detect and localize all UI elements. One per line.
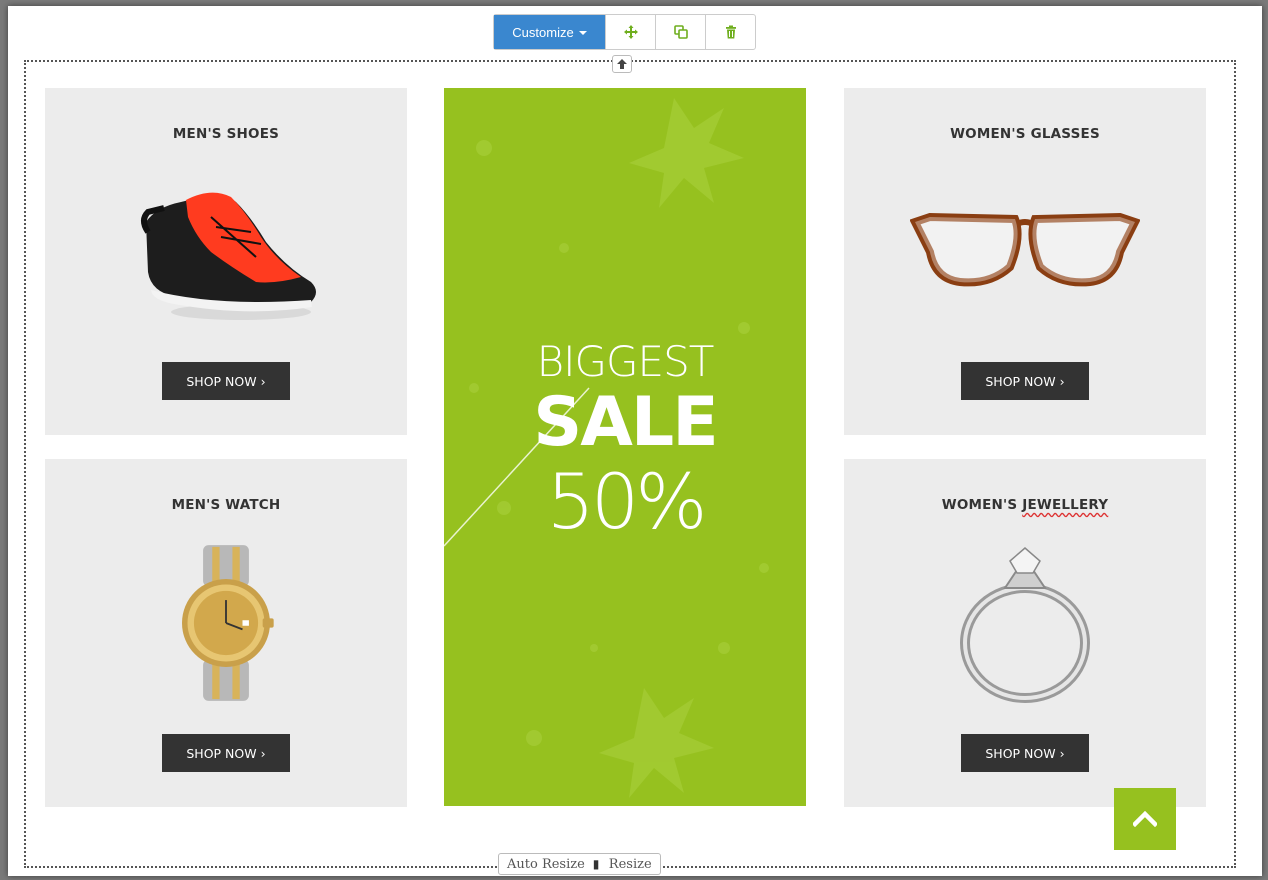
shop-now-button[interactable]: SHOP NOW › — [162, 362, 290, 400]
banner-line-3: 50% — [546, 456, 708, 546]
shop-now-label: SHOP NOW — [985, 745, 1056, 761]
card-title: MEN'S WATCH — [171, 497, 281, 513]
card-mens-shoes: MEN'S SHOES SHOP NOW › — [45, 88, 407, 435]
caret-down-icon — [578, 31, 587, 35]
card-title-part1: WOMEN'S — [941, 497, 1023, 513]
chevron-right-icon: › — [1059, 745, 1065, 761]
scroll-to-top-button[interactable] — [1114, 788, 1176, 850]
chevron-up-icon — [1133, 811, 1157, 827]
card-title: WOMEN'S JEWELLERY — [942, 497, 1109, 513]
copy-icon — [673, 25, 688, 39]
card-womens-jewellery: WOMEN'S JEWELLERY SHOP NOW › — [844, 459, 1206, 807]
card-mens-watch: MEN'S WATCH SHOP NOW › — [45, 459, 407, 807]
card-womens-glasses: WOMEN'S GLASSES SHOP NOW › — [844, 88, 1206, 435]
banner-line-1: BIGGEST — [536, 336, 715, 386]
shop-now-button[interactable]: SHOP NOW › — [162, 734, 290, 772]
chevron-right-icon: › — [260, 745, 266, 761]
glasses-image — [905, 162, 1145, 342]
move-icon — [623, 25, 638, 39]
block-toolbar: Customize — [493, 14, 756, 50]
shoe-image — [106, 162, 346, 342]
chevron-right-icon: › — [260, 373, 266, 389]
trash-icon — [725, 25, 736, 39]
banner-line-2: SALE — [533, 382, 718, 462]
resize-bar: Auto Resize ▮ Resize — [498, 853, 661, 875]
chevron-right-icon: › — [1059, 373, 1065, 389]
delete-button[interactable] — [705, 15, 755, 49]
move-up-handle[interactable] — [612, 55, 632, 73]
auto-resize-button[interactable]: Auto Resize — [499, 857, 593, 872]
customize-button[interactable]: Customize — [494, 15, 605, 49]
card-title: WOMEN'S GLASSES — [950, 126, 1100, 142]
sale-banner[interactable]: BIGGEST SALE 50% — [444, 88, 806, 806]
shop-now-label: SHOP NOW — [186, 373, 257, 389]
shop-now-button[interactable]: SHOP NOW › — [961, 362, 1089, 400]
move-button[interactable] — [605, 15, 655, 49]
card-title: MEN'S SHOES — [172, 126, 280, 142]
ring-image — [905, 533, 1145, 713]
watch-image — [106, 533, 346, 713]
resize-grip-icon[interactable]: ▮ — [593, 857, 601, 871]
customize-label: Customize — [512, 24, 574, 40]
resize-button[interactable]: Resize — [601, 857, 660, 872]
arrow-up-icon — [617, 59, 627, 69]
shop-now-label: SHOP NOW — [186, 745, 257, 761]
shop-now-button[interactable]: SHOP NOW › — [961, 734, 1089, 772]
shop-now-label: SHOP NOW — [985, 373, 1056, 389]
card-title-part2: JEWELLERY — [1022, 497, 1109, 513]
duplicate-button[interactable] — [655, 15, 705, 49]
